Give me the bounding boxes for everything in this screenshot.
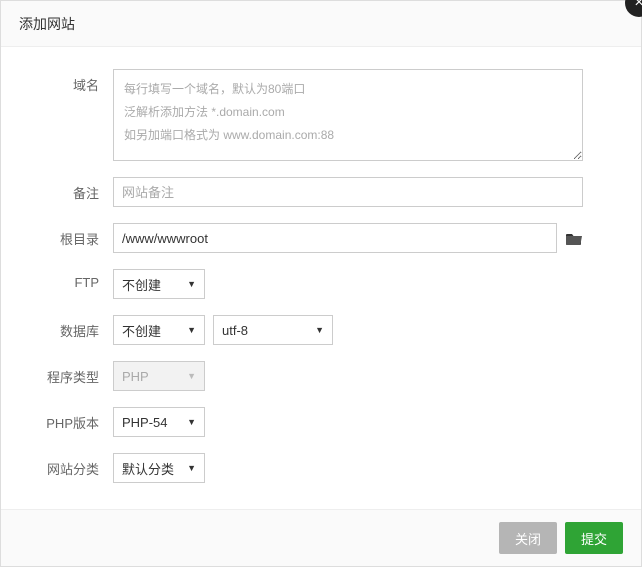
label-category: 网站分类 [1, 453, 113, 478]
row-program-type: 程序类型 PHP [1, 361, 583, 391]
remark-input[interactable] [113, 177, 583, 207]
category-value: 默认分类 [122, 459, 174, 478]
php-version-value: PHP-54 [122, 415, 168, 430]
database-select[interactable]: 不创建 [113, 315, 205, 345]
php-version-select[interactable]: PHP-54 [113, 407, 205, 437]
label-root: 根目录 [1, 223, 113, 248]
dialog-body: 域名 备注 根目录 FTP 不创建 [1, 47, 641, 509]
dialog-footer: 关闭 提交 [1, 509, 641, 566]
row-database: 数据库 不创建 utf-8 [1, 315, 583, 345]
domain-textarea[interactable] [113, 69, 583, 161]
ftp-select[interactable]: 不创建 [113, 269, 205, 299]
label-domain: 域名 [1, 69, 113, 94]
charset-select[interactable]: utf-8 [213, 315, 333, 345]
row-domain: 域名 [1, 69, 583, 161]
label-remark: 备注 [1, 177, 113, 202]
ftp-select-value: 不创建 [122, 275, 161, 294]
row-category: 网站分类 默认分类 [1, 453, 583, 483]
row-php-version: PHP版本 PHP-54 [1, 407, 583, 437]
dialog-title: 添加网站 [1, 1, 641, 47]
database-select-value: 不创建 [122, 321, 161, 340]
program-type-select: PHP [113, 361, 205, 391]
cancel-button[interactable]: 关闭 [499, 522, 557, 554]
program-type-value: PHP [122, 369, 149, 384]
root-input[interactable] [113, 223, 557, 253]
label-php-version: PHP版本 [1, 407, 113, 432]
row-ftp: FTP 不创建 [1, 269, 583, 299]
row-remark: 备注 [1, 177, 583, 207]
folder-icon[interactable] [565, 231, 583, 245]
submit-button[interactable]: 提交 [565, 522, 623, 554]
label-ftp: FTP [1, 269, 113, 290]
category-select[interactable]: 默认分类 [113, 453, 205, 483]
label-database: 数据库 [1, 315, 113, 340]
add-site-dialog: × 添加网站 域名 备注 根目录 FTP [0, 0, 642, 567]
row-root: 根目录 [1, 223, 583, 253]
charset-select-value: utf-8 [222, 323, 248, 338]
label-program-type: 程序类型 [1, 361, 113, 386]
